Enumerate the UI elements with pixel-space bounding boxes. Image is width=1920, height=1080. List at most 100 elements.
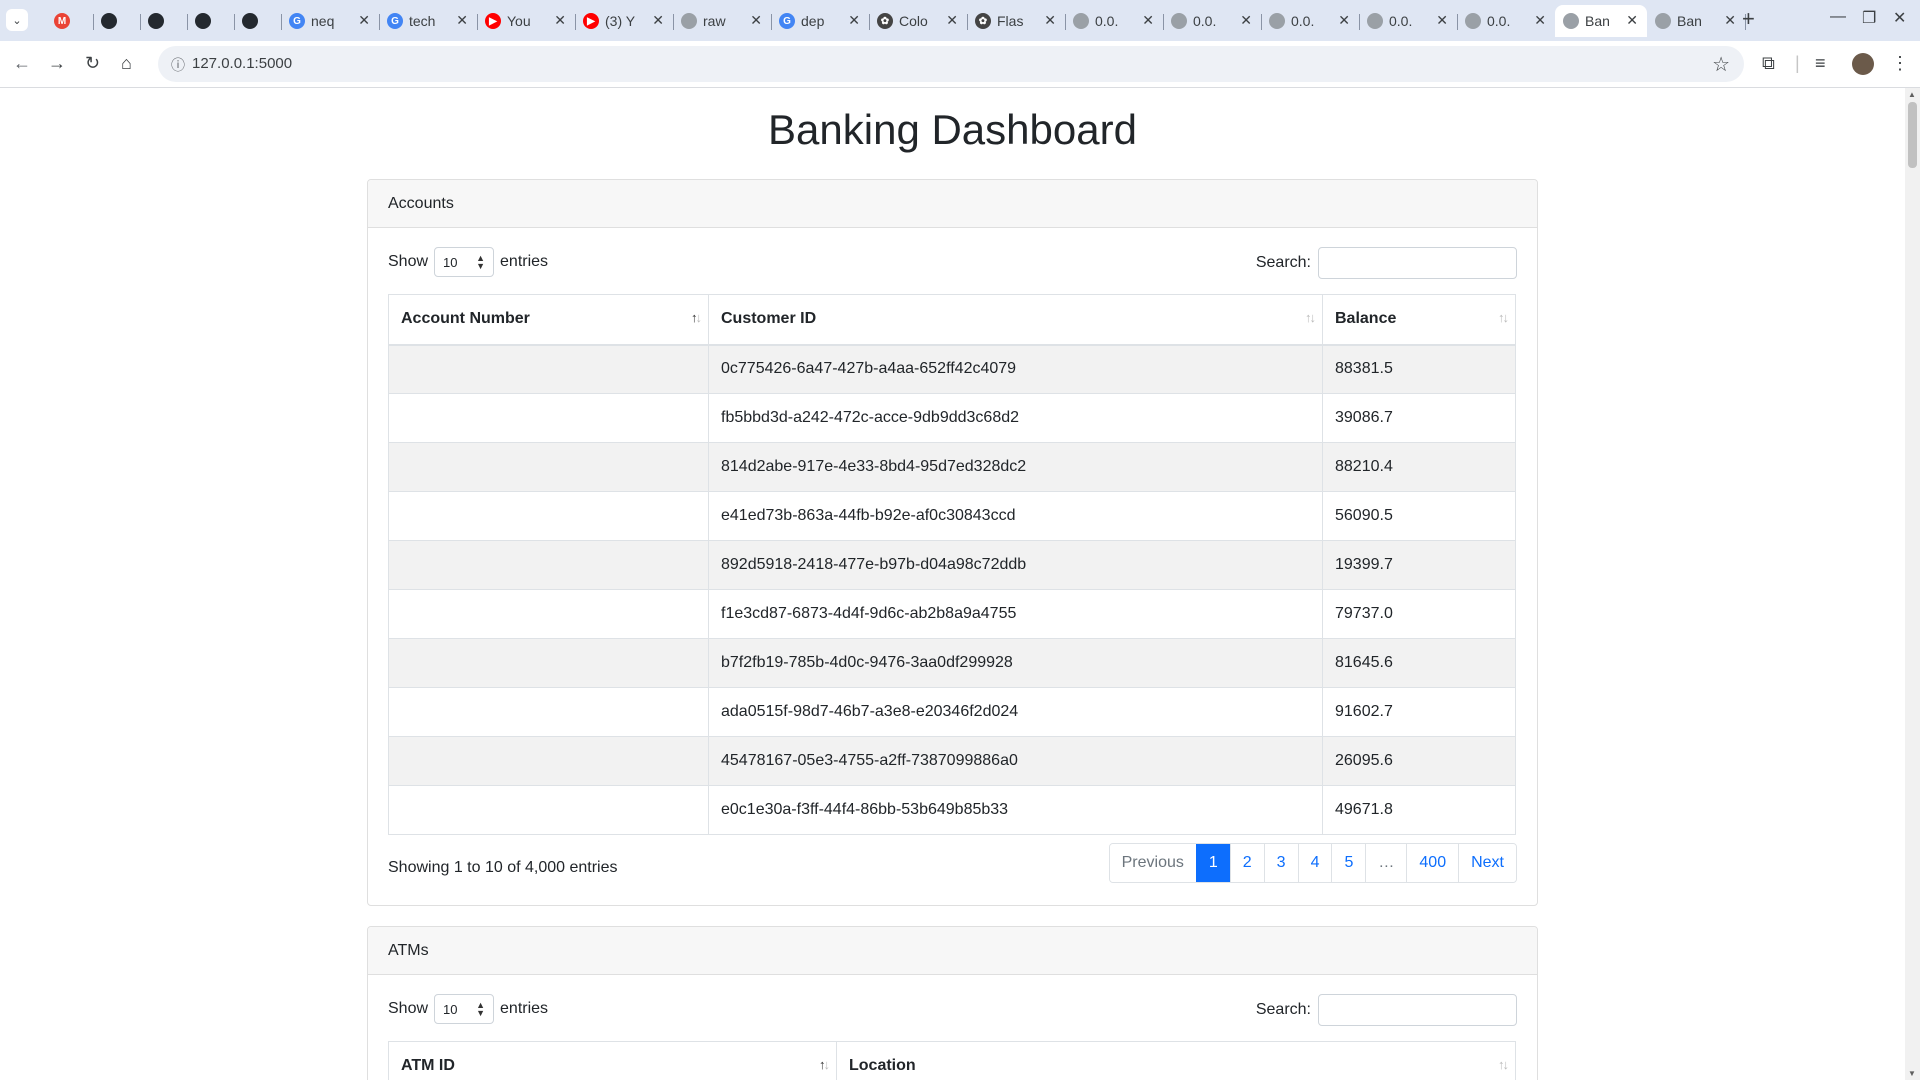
browser-tab[interactable] [234,5,282,37]
page-button[interactable]: 1 [1195,844,1230,882]
browser-tab[interactable]: ✿ Flas ✕ [967,5,1066,37]
close-tab-icon[interactable]: ✕ [358,12,370,29]
column-label: Location [849,1057,916,1075]
browser-tab[interactable]: 0.0. ✕ [1065,5,1164,37]
next-button[interactable]: Next [1458,844,1516,882]
new-tab-button[interactable]: + [1742,6,1755,32]
close-tab-icon[interactable]: ✕ [1142,12,1154,29]
cell-account-number [388,540,709,590]
bookmark-star-icon[interactable]: ☆ [1712,52,1730,77]
browser-tab[interactable]: Ban ✕ [1555,5,1647,37]
table-row: f1e3cd87-6873-4d4f-9d6c-ab2b8a9a4755 7973… [388,589,1516,639]
accounts-pagination: Previous 1 2 3 4 5… 400 Next [1108,843,1517,883]
entries-label: entries [500,253,549,270]
browser-tab[interactable]: ▶ You ✕ [477,5,576,37]
menu-icon[interactable]: ⋮ [1891,53,1909,74]
tab-title: 0.0. [1487,13,1511,29]
atms-search-input[interactable] [1318,994,1517,1026]
reload-icon[interactable]: ↻ [85,53,100,74]
column-label: ATM ID [401,1057,455,1075]
browser-tab[interactable]: 0.0. ✕ [1359,5,1458,37]
extensions-icon[interactable]: ⧉ [1762,53,1775,74]
accounts-table-info: Showing 1 to 10 of 4,000 entries [388,859,618,876]
browser-tab[interactable]: 0.0. ✕ [1163,5,1262,37]
page-button[interactable]: 400 [1406,844,1459,882]
browser-tab[interactable]: 0.0. ✕ [1457,5,1556,37]
column-header-account-number[interactable]: Account Number ↑↓ [388,294,709,346]
close-tab-icon[interactable]: ✕ [848,12,860,29]
site-info-icon[interactable]: ⓘ [171,55,185,75]
close-tab-icon[interactable]: ✕ [456,12,468,29]
cell-account-number [388,491,709,541]
scroll-up-icon[interactable]: ▲ [1908,90,1916,99]
cell-balance: 88381.5 [1322,344,1516,394]
browser-tab[interactable] [140,5,188,37]
browser-tab[interactable]: 0.0. ✕ [1261,5,1360,37]
entries-label: entries [500,1000,549,1017]
close-tab-icon[interactable]: ✕ [652,12,664,29]
browser-tab[interactable] [93,5,141,37]
tab-search-button[interactable]: ⌄ [6,9,28,31]
restore-icon[interactable]: ❐ [1862,8,1876,28]
column-header-balance[interactable]: Balance ↑↓ [1322,294,1516,346]
browser-tab[interactable]: Gtech ✕ [379,5,478,37]
gmail-icon: M [54,13,70,29]
close-tab-icon[interactable]: ✕ [554,12,566,29]
browser-tab[interactable]: ▶ (3) Y ✕ [575,5,674,37]
previous-button[interactable]: Previous [1109,844,1196,882]
cell-customer-id: 814d2abe-917e-4e33-8bd4-95d7ed328dc2 [708,442,1323,492]
forward-icon[interactable]: → [48,53,66,74]
tab-title: dep [801,13,825,29]
close-tab-icon[interactable]: ✕ [1240,12,1252,29]
cell-customer-id: e0c1e30a-f3ff-44f4-86bb-53b649b85b33 [708,785,1323,835]
close-tab-icon[interactable]: ✕ [1534,12,1546,29]
close-tab-icon[interactable]: ✕ [750,12,762,29]
github-icon [242,13,258,29]
page-button[interactable]: 3 [1263,844,1298,882]
close-window-icon[interactable]: ✕ [1893,8,1906,28]
browser-tab[interactable] [187,5,235,37]
browser-tab[interactable]: ✿ Colo ✕ [869,5,968,37]
close-tab-icon[interactable]: ✕ [1724,12,1736,29]
page-button[interactable]: 4 [1297,844,1332,882]
column-label: Balance [1335,310,1397,328]
column-header-atm-id[interactable]: ATM ID ↑↓ [388,1041,837,1080]
home-icon[interactable]: ⌂ [121,53,132,74]
column-header-location[interactable]: Location ↑↓ [836,1041,1516,1080]
globe-icon [1269,13,1285,29]
close-tab-icon[interactable]: ✕ [1436,12,1448,29]
browser-tab[interactable]: raw ✕ [673,5,772,37]
minimize-icon[interactable]: — [1830,8,1846,26]
scroll-down-icon[interactable]: ▼ [1908,1069,1916,1078]
tab-title: Flas [997,13,1024,29]
page-button[interactable]: 5 [1331,844,1366,882]
browser-tab[interactable]: M [46,5,94,37]
tab-title: Ban [1677,13,1702,29]
github-icon [148,13,164,29]
table-row: ada0515f-98d7-46b7-a3e8-e20346f2d024 9160… [388,687,1516,737]
close-tab-icon[interactable]: ✕ [1044,12,1056,29]
scrollbar-thumb[interactable] [1908,102,1917,168]
page-button[interactable]: 2 [1229,844,1264,882]
cell-balance: 88210.4 [1322,442,1516,492]
atms-page-length-select[interactable]: 10 ▲ ▼ [434,994,495,1024]
browser-tab[interactable]: Gneq ✕ [281,5,380,37]
column-header-customer-id[interactable]: Customer ID ↑↓ [708,294,1323,346]
back-icon[interactable]: ← [13,53,31,74]
close-tab-icon[interactable]: ✕ [1626,12,1638,29]
address-bar[interactable]: ⓘ 127.0.0.1:5000 ☆ [158,46,1744,82]
cell-customer-id: 892d5918-2418-477e-b97b-d04a98c72ddb [708,540,1323,590]
close-tab-icon[interactable]: ✕ [1338,12,1350,29]
browser-tab[interactable]: Ban ✕ [1647,5,1746,37]
tab-title: (3) Y [605,13,636,29]
profile-avatar[interactable] [1852,53,1874,75]
cell-balance: 56090.5 [1322,491,1516,541]
google-icon: G [779,13,795,29]
cell-balance: 39086.7 [1322,393,1516,443]
media-controls-icon[interactable]: ≡ [1815,53,1826,74]
browser-tab[interactable]: Gdep ✕ [771,5,870,37]
accounts-search-input[interactable] [1318,247,1517,279]
close-tab-icon[interactable]: ✕ [946,12,958,29]
accounts-page-length-select[interactable]: 10 ▲ ▼ [434,247,495,277]
vertical-scrollbar[interactable]: ▲ ▼ [1905,88,1920,1080]
